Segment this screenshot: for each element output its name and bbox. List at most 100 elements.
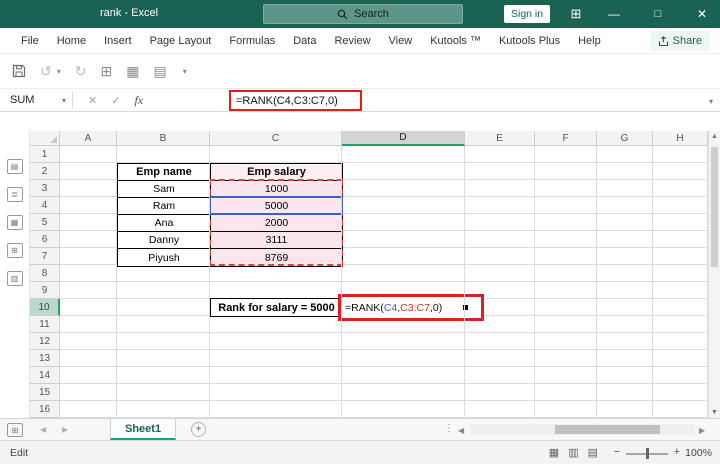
row-header-8[interactable]: 8 [30,265,60,282]
share-button[interactable]: Share [649,31,710,51]
tab-options-icon[interactable]: ⋮ [444,423,454,434]
maximize-button[interactable]: □ [642,0,674,28]
previous-sheet-icon[interactable]: ◀ [40,425,46,434]
horizontal-scrollbar[interactable] [470,424,694,435]
column-header-A[interactable]: A [60,131,117,146]
row-header-12[interactable]: 12 [30,333,60,350]
confirm-entry-icon[interactable]: ✓ [111,94,120,107]
zoom-slider-thumb[interactable] [646,448,649,459]
insert-function-icon[interactable]: fx [134,93,143,108]
tab-kutools[interactable]: Kutools ™ [421,28,490,54]
page-break-view-icon[interactable]: ▤ [588,446,598,459]
page-layout-view-icon[interactable]: ▥ [568,446,578,459]
columns-pane-icon[interactable]: ▦ [6,215,23,230]
zoom-out-icon[interactable]: − [614,446,620,458]
cell-B3[interactable]: Sam [118,181,211,198]
save-icon[interactable] [12,64,26,78]
zoom-in-icon[interactable]: + [674,446,680,458]
minimize-button[interactable]: — [598,0,630,28]
row-header-13[interactable]: 13 [30,350,60,367]
search-icon [337,9,348,19]
cell-B2[interactable]: Emp name [118,164,211,181]
status-mode: Edit [10,447,29,459]
tab-insert[interactable]: Insert [95,28,141,54]
close-button[interactable]: ✕ [686,0,718,28]
cell-C7[interactable]: 8769 [211,249,342,266]
tab-kutools-plus[interactable]: Kutools Plus [490,28,569,54]
tab-formulas[interactable]: Formulas [220,28,284,54]
vertical-scroll-thumb[interactable] [711,147,718,267]
worksheet-pane-icon[interactable]: ≣ [6,187,23,202]
row-header-15[interactable]: 15 [30,384,60,401]
column-header-G[interactable]: G [597,131,653,146]
name-box[interactable]: SUM ▾ [0,89,72,111]
tab-sheet1[interactable]: Sheet1 [110,419,177,440]
select-all-corner[interactable] [30,131,60,146]
column-header-H[interactable]: H [653,131,708,146]
tab-page-layout[interactable]: Page Layout [141,28,221,54]
list-tool-icon[interactable]: ▤ [153,64,166,78]
cell-B5[interactable]: Ana [118,215,211,232]
cell-B6[interactable]: Danny [118,232,211,249]
grid-tool-icon[interactable]: ▦ [126,64,139,78]
redo-icon[interactable]: ↻ [75,64,87,78]
cell-C4[interactable]: 5000 [211,198,342,215]
next-sheet-icon[interactable]: ▶ [62,425,68,434]
expand-formula-bar-icon[interactable]: ▾ [709,97,713,106]
cell-C5[interactable]: 2000 [211,215,342,232]
row-header-3[interactable]: 3 [30,180,60,197]
find-pane-icon[interactable]: ▥ [6,271,23,286]
column-header-E[interactable]: E [465,131,535,146]
row-header-1[interactable]: 1 [30,146,60,163]
tab-review[interactable]: Review [325,28,379,54]
cell-C3[interactable]: 1000 [211,181,342,198]
column-header-D[interactable]: D [342,131,465,146]
formula-input[interactable]: =RANK(C4,C3:C7,0) [229,90,362,111]
normal-view-icon[interactable]: ▦ [549,446,559,459]
tab-view[interactable]: View [380,28,422,54]
row-header-7[interactable]: 7 [30,248,60,265]
column-header-F[interactable]: F [535,131,597,146]
horizontal-scroll-thumb[interactable] [555,425,660,434]
cell-C2[interactable]: Emp salary [211,164,342,181]
row-header-10[interactable]: 10 [30,299,60,316]
ribbon-display-options-icon[interactable]: ⊞ [560,0,592,28]
row-header-11[interactable]: 11 [30,316,60,333]
cell-D10-formula-editor[interactable]: =RANK(C4, C3:C7,0) [338,294,484,321]
names-pane-icon[interactable]: ⊞ [6,243,23,258]
undo-dropdown-icon[interactable]: ▾ [57,67,61,76]
row-header-6[interactable]: 6 [30,231,60,248]
scroll-up-icon[interactable]: ▲ [709,133,720,140]
workbook-pane-icon[interactable]: ▤ [6,159,23,174]
cancel-entry-icon[interactable]: ✕ [88,94,97,107]
scroll-down-icon[interactable]: ▼ [709,409,720,416]
row-header-16[interactable]: 16 [30,401,60,418]
cell-B7[interactable]: Piyush [118,249,211,266]
undo-icon[interactable]: ↺ [40,64,52,78]
row-header-5[interactable]: 5 [30,214,60,231]
row-header-14[interactable]: 14 [30,367,60,384]
cell-B4[interactable]: Ram [118,198,211,215]
tab-help[interactable]: Help [569,28,610,54]
tab-file[interactable]: File [12,28,48,54]
row-header-4[interactable]: 4 [30,197,60,214]
sign-in-button[interactable]: Sign in [504,5,551,23]
cell-C6[interactable]: 3111 [211,232,342,249]
row-header-2[interactable]: 2 [30,163,60,180]
search-box[interactable]: Search [263,4,463,24]
pane-toggle-icon[interactable]: ⊞ [7,423,23,437]
add-sheet-button[interactable]: + [191,422,206,437]
vertical-scrollbar[interactable]: ▲ ▼ [708,131,720,418]
table-tool-icon[interactable]: ⊞ [100,64,112,78]
zoom-level[interactable]: 100% [685,447,712,459]
column-header-C[interactable]: C [210,131,342,146]
rank-label-cell[interactable]: Rank for salary = 5000 [210,298,343,317]
row-header-9[interactable]: 9 [30,282,60,299]
hscroll-left-icon[interactable]: ◀ [458,426,464,435]
customize-qat-icon[interactable]: ▾ [183,67,187,76]
fill-handle[interactable] [463,305,468,310]
tab-data[interactable]: Data [284,28,325,54]
tab-home[interactable]: Home [48,28,95,54]
hscroll-right-icon[interactable]: ▶ [699,426,705,435]
column-header-B[interactable]: B [117,131,210,146]
